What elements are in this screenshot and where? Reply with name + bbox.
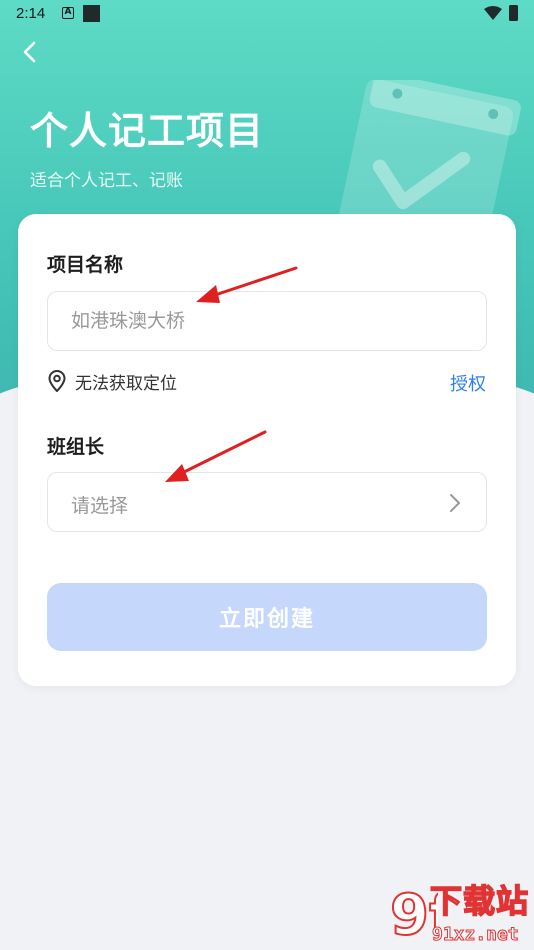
wifi-icon	[484, 6, 502, 20]
authorize-link[interactable]: 授权	[450, 370, 486, 396]
create-project-card: 项目名称 无法获取定位 授权 班组长 请选择 立即创建	[18, 214, 516, 686]
location-status-text: 无法获取定位	[75, 374, 177, 394]
project-name-input[interactable]	[47, 291, 487, 351]
battery-icon	[509, 5, 518, 21]
page-title: 个人记工项目	[30, 109, 265, 153]
team-leader-placeholder: 请选择	[71, 495, 129, 517]
watermark: 9f 下载站 91xz.net	[388, 872, 534, 950]
page-subtitle: 适合个人记工、记账	[30, 171, 183, 191]
project-name-label: 项目名称	[47, 254, 124, 276]
status-time: 2:14	[16, 5, 46, 22]
watermark-text: 下载站	[429, 881, 530, 921]
a-notification-icon: A	[62, 7, 74, 19]
chevron-left-icon[interactable]	[18, 40, 42, 64]
status-bar: 2:14 A	[0, 0, 534, 28]
chevron-right-icon	[450, 494, 460, 512]
team-leader-select[interactable]: 请选择	[47, 472, 487, 532]
watermark-url: 91xz.net	[432, 924, 520, 946]
create-now-button[interactable]: 立即创建	[47, 583, 487, 651]
location-pin-icon	[48, 370, 66, 392]
team-leader-label: 班组长	[47, 436, 105, 458]
square-notification-icon	[83, 5, 100, 22]
